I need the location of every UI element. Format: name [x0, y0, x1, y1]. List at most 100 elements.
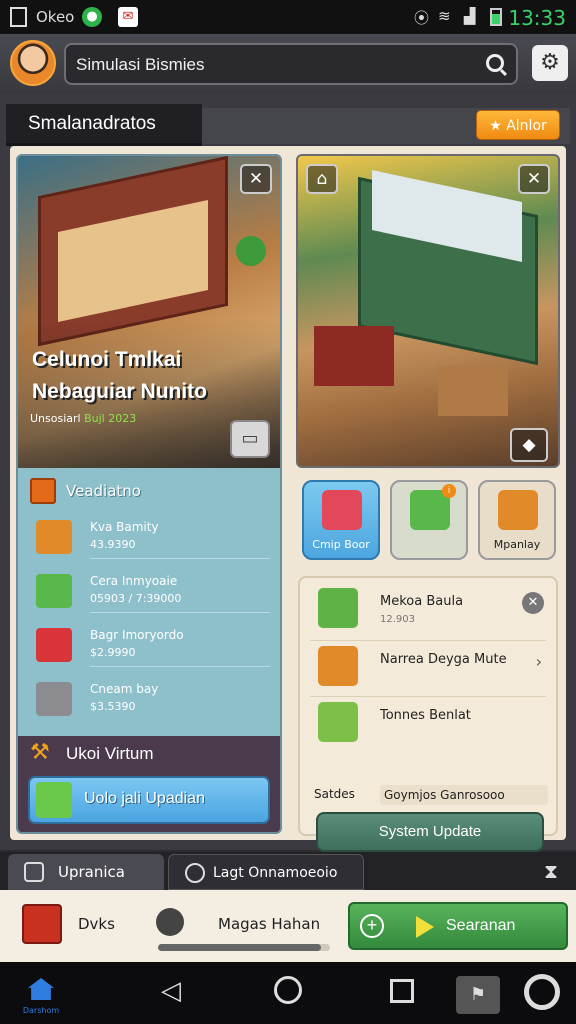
- refresh-icon: [185, 863, 205, 883]
- divider: [310, 696, 546, 697]
- cart-icon: [36, 682, 72, 716]
- crate-icon[interactable]: [22, 904, 62, 944]
- upgrade-button[interactable]: Uolo jali Upadian: [28, 776, 270, 824]
- crate-icon: [36, 574, 72, 608]
- search-icon[interactable]: [486, 54, 504, 72]
- bottom-tabs: Upranica Lagt Onnamoeoio ⧗: [0, 852, 576, 890]
- list-item[interactable]: Tonnes Benlat: [312, 700, 548, 752]
- panel-title-row: Smalanadratos ★ Alnlor: [6, 104, 570, 146]
- avatar[interactable]: [10, 40, 56, 86]
- tab-upranica[interactable]: Upranica: [8, 854, 164, 890]
- hero-subtitle: Unsosiarl Bujl 2023: [30, 412, 136, 425]
- tile-inventory[interactable]: i: [390, 480, 468, 560]
- carrier-label: Okeo: [36, 8, 75, 26]
- home-icon: [28, 978, 54, 1000]
- status-bar: Okeo ● ✉ ⦿ ≋ ▟ 13:33: [0, 0, 576, 34]
- monitor-button[interactable]: ▭: [230, 420, 270, 458]
- upgrade-card: ⚒ Ukoi Virtum Uolo jali Upadian: [18, 736, 280, 832]
- title-strip: ★ Alnlor: [202, 108, 570, 144]
- tile-label: Mpanlay: [493, 538, 541, 551]
- chevron-right-icon[interactable]: ›: [536, 652, 542, 671]
- left-card: Celunoi Tmlkai Nebaguiar Nunito Unsosiar…: [16, 154, 282, 834]
- monitor-icon: ▭: [241, 428, 259, 449]
- home-button-icon[interactable]: [274, 976, 302, 1004]
- status-field-label: Satdes: [314, 787, 355, 801]
- call-icon: ●: [82, 7, 102, 27]
- gift-icon: [30, 478, 56, 504]
- shield-icon: [24, 862, 44, 882]
- back-icon[interactable]: ◁: [158, 976, 184, 1006]
- list-heading-label: Veadiatno: [66, 482, 141, 500]
- screenshot-icon: [10, 7, 27, 27]
- tile-label: Cmip Boor: [312, 538, 370, 551]
- item-sub: 12.903: [380, 614, 415, 625]
- settings-button[interactable]: ⚙: [532, 45, 568, 81]
- list-item-value: 05903 / 7:39000: [90, 592, 182, 605]
- status-field-value[interactable]: Goymjos Ganrosooo: [380, 785, 548, 805]
- tile-shop[interactable]: Cmip Boor: [302, 480, 380, 560]
- list-item[interactable]: Cera Inmyoaie 05903 / 7:39000: [30, 570, 270, 620]
- hero-sub-highlight: Bujl 2023: [84, 412, 137, 425]
- signal-icon: ▟: [464, 7, 476, 25]
- dismiss-icon[interactable]: ✕: [522, 592, 544, 614]
- market-stall-icon: [318, 646, 358, 686]
- hero-sub-label: Unsosiarl: [30, 412, 81, 425]
- hero-image-left[interactable]: Celunoi Tmlkai Nebaguiar Nunito Unsosiar…: [18, 156, 280, 468]
- tab-lagt[interactable]: Lagt Onnamoeoio: [168, 854, 364, 890]
- panel-action-button[interactable]: ★ Alnlor: [476, 110, 560, 140]
- pin-icon[interactable]: ◆: [510, 428, 548, 462]
- list-item[interactable]: Bagr Imoryordo $2.9990: [30, 624, 270, 674]
- app-header: Simulasi Bismies ⚙: [0, 34, 576, 94]
- progress-fill: [158, 944, 322, 951]
- progress-bar: [158, 944, 330, 951]
- home-label: Darshom: [22, 1006, 60, 1015]
- action-item2-label[interactable]: Magas Hahan: [218, 915, 320, 933]
- wifi-icon: ≋: [438, 7, 451, 25]
- hero-title-line2: Nebaguiar Nunito: [32, 380, 208, 403]
- settings-icon[interactable]: [524, 974, 560, 1010]
- list-item-value: $3.5390: [90, 700, 136, 713]
- list-item-name: Cneam bay: [90, 682, 159, 696]
- hero-image-right[interactable]: ⌂ ✕ ◆: [296, 154, 560, 468]
- system-update-button[interactable]: System Update: [316, 812, 544, 852]
- list-item[interactable]: Kva Bamity 43.9390: [30, 516, 270, 566]
- list-item[interactable]: Cneam bay $3.5390: [30, 678, 270, 728]
- hourglass-icon[interactable]: ⧗: [538, 858, 564, 884]
- gear-icon: ⚙: [540, 50, 560, 75]
- close-icon[interactable]: ✕: [240, 164, 272, 194]
- hammer-icon: ⚒: [30, 740, 50, 765]
- main-area: Smalanadratos ★ Alnlor Celunoi Tmlkai Ne…: [0, 94, 576, 852]
- register-icon: [36, 628, 72, 662]
- panel-action-label: Alnlor: [506, 118, 547, 134]
- list-item-name: Bagr Imoryordo: [90, 628, 184, 642]
- list-item-name: Cera Inmyoaie: [90, 574, 178, 588]
- list-item-value: $2.9990: [90, 646, 136, 659]
- status-field: Satdes Goymjos Ganrosooo: [310, 784, 548, 806]
- bag-icon[interactable]: ⌂: [306, 164, 338, 194]
- recents-icon[interactable]: [390, 979, 414, 1003]
- action-bar: Dvks Magas Hahan + Searanan: [0, 890, 576, 962]
- divider: [310, 640, 546, 641]
- search-input[interactable]: Simulasi Bismies: [64, 43, 518, 85]
- list-item-name: Kva Bamity: [90, 520, 159, 534]
- item-name: Tonnes Benlat: [380, 708, 471, 723]
- list-item[interactable]: Mekoa Baula 12.903 ✕: [312, 586, 548, 638]
- category-tiles: Cmip Boor i Mpanlay: [302, 480, 558, 562]
- counter-illustration: [314, 326, 394, 386]
- search-button[interactable]: + Searanan: [348, 902, 568, 950]
- divider: [90, 558, 270, 559]
- box-icon: [322, 490, 362, 530]
- divider: [90, 612, 270, 613]
- leaf-icon: [318, 588, 358, 628]
- action-item1-label[interactable]: Dvks: [78, 915, 115, 933]
- close-icon[interactable]: ✕: [518, 164, 550, 194]
- home-tab[interactable]: Darshom: [18, 972, 64, 1018]
- shelf-illustration: [438, 366, 508, 416]
- tile-display[interactable]: Mpanlay: [478, 480, 556, 560]
- list-item[interactable]: Narrea Deyga Mute ›: [312, 644, 548, 696]
- search-button-label: Searanan: [446, 917, 516, 934]
- app-switcher-icon[interactable]: ⚑: [456, 976, 500, 1014]
- item-name: Mekoa Baula: [380, 594, 464, 609]
- cycle-icon[interactable]: [156, 908, 184, 936]
- produce-icon: [36, 520, 72, 554]
